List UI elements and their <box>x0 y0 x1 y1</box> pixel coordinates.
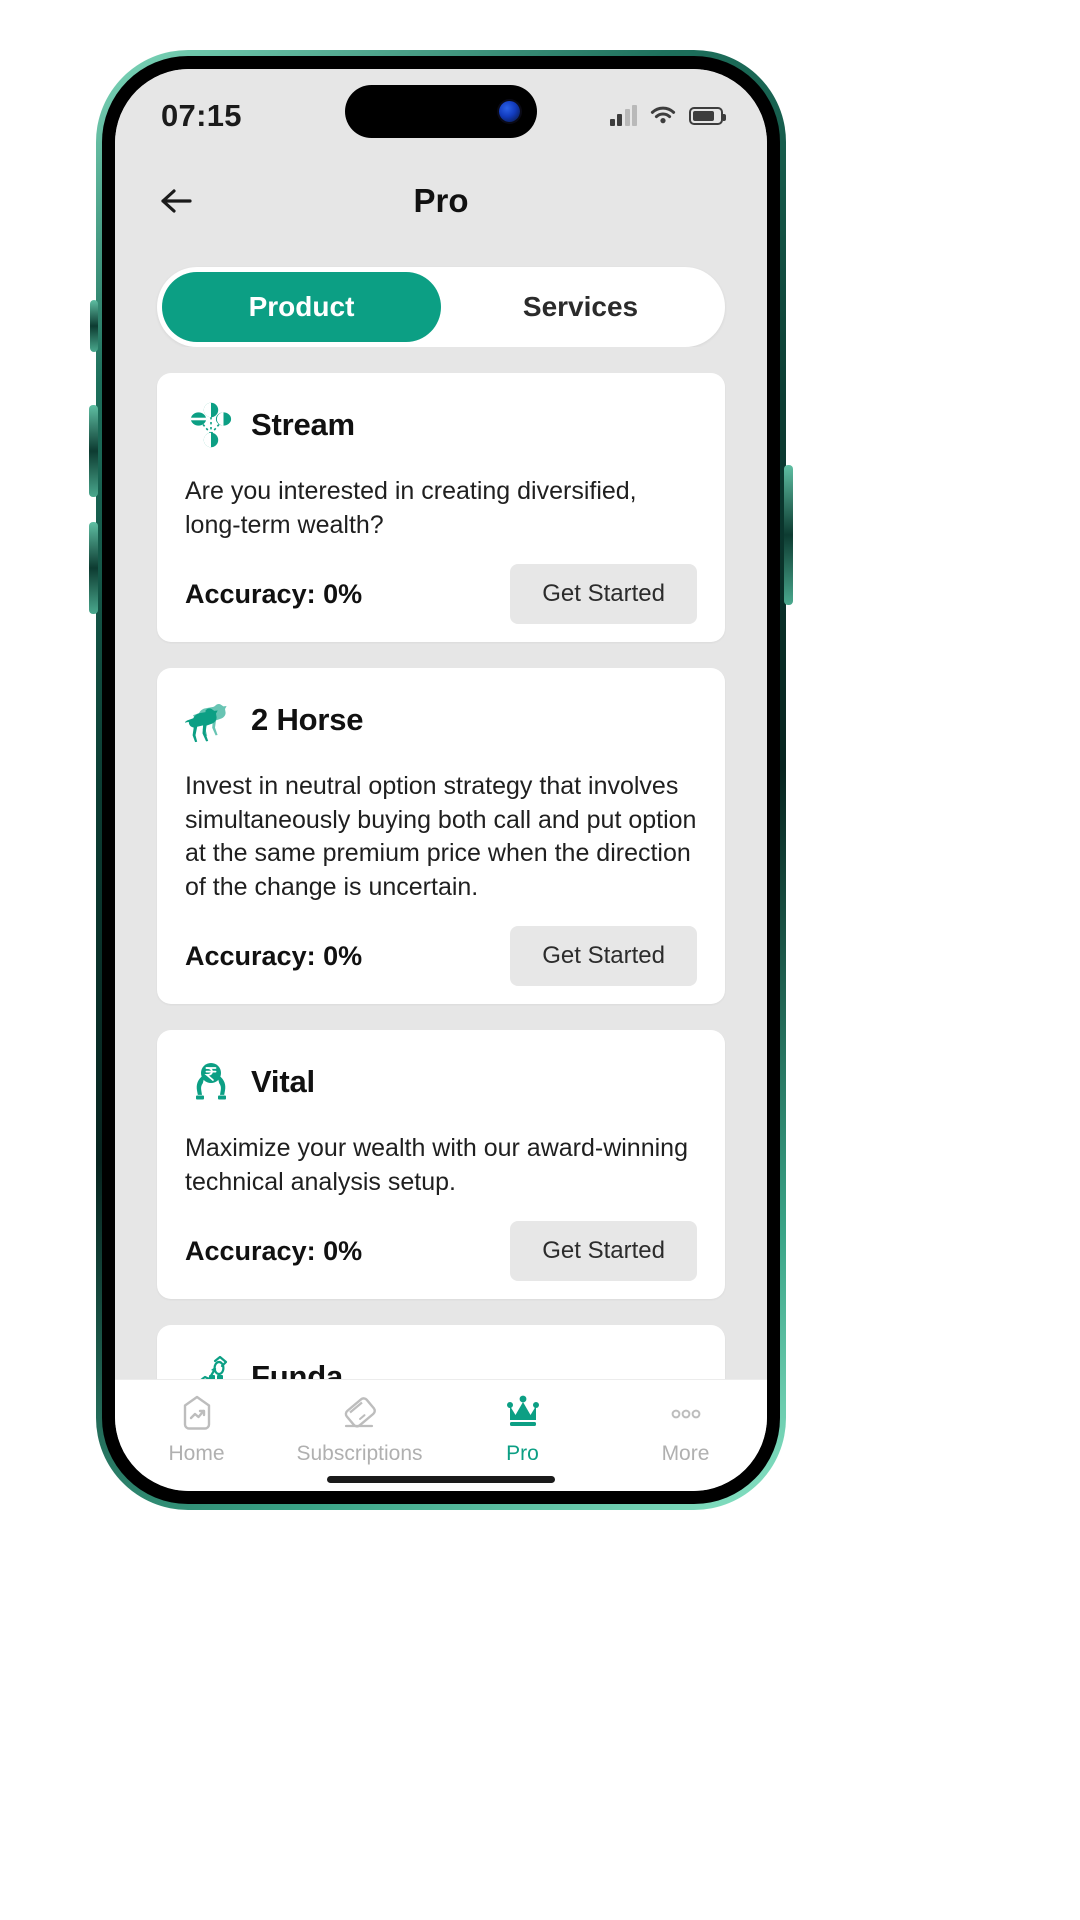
status-icons <box>609 105 726 126</box>
product-card-stream[interactable]: Stream Are you interested in creating di… <box>157 373 725 642</box>
nav-label: More <box>661 1442 710 1465</box>
get-started-button[interactable]: Get Started <box>510 926 697 986</box>
card-description: Invest in neutral option strategy that i… <box>185 772 697 901</box>
front-camera-icon <box>499 101 520 122</box>
tab-services[interactable]: Services <box>441 272 720 342</box>
segmented-control: Product Services <box>157 267 725 347</box>
nav-item-pro[interactable]: Pro <box>441 1392 604 1466</box>
phone-frame: 07:15 Pro Product Services Stream Are yo… <box>89 50 793 1510</box>
home-indicator[interactable] <box>327 1476 555 1483</box>
accuracy-label: Accuracy: 0% <box>185 578 363 609</box>
card-header: Vital <box>185 1056 697 1108</box>
accuracy-label: Accuracy: 0% <box>185 1235 363 1266</box>
card-description: Maximize your wealth with our award-winn… <box>185 1134 688 1196</box>
nav-item-subscriptions[interactable]: Subscriptions <box>278 1392 441 1466</box>
phone-bezel: 07:15 Pro Product Services Stream Are yo… <box>102 56 780 1504</box>
get-started-button[interactable]: Get Started <box>510 564 697 624</box>
accuracy-label: Accuracy: 0% <box>185 940 363 971</box>
screenshot-root: 07:15 Pro Product Services Stream Are yo… <box>0 0 1080 1920</box>
nav-label: Pro <box>506 1442 539 1465</box>
product-card-2-horse[interactable]: 2 Horse Invest in neutral option strateg… <box>157 668 725 1004</box>
page-title: Pro <box>413 182 469 219</box>
nav-label: Home <box>168 1442 225 1465</box>
crown-icon <box>499 1392 547 1436</box>
volume-down-button[interactable] <box>89 522 98 614</box>
card-description: Are you interested in creating diversifi… <box>185 477 637 539</box>
card-footer: Accuracy: 0% Get Started <box>185 1221 697 1281</box>
card-title: Stream <box>251 407 355 442</box>
back-arrow-icon[interactable] <box>155 180 197 222</box>
product-list[interactable]: Stream Are you interested in creating di… <box>115 347 767 1379</box>
product-card-vital[interactable]: Vital Maximize your wealth with our awar… <box>157 1030 725 1299</box>
volume-up-button[interactable] <box>89 405 98 497</box>
nav-item-more[interactable]: More <box>604 1392 767 1466</box>
wifi-icon <box>650 106 676 126</box>
card-title: 2 Horse <box>251 702 364 737</box>
card-header: Funda <box>185 1351 697 1379</box>
cellular-signal-icon <box>609 105 637 126</box>
bottom-navigation: Home Subscriptions Pro More <box>115 1379 767 1491</box>
card-header: Stream <box>185 399 697 451</box>
network-nodes-icon <box>185 399 237 451</box>
growth-chart-icon <box>185 1351 237 1379</box>
status-bar: 07:15 <box>115 69 767 157</box>
home-trend-icon <box>173 1392 221 1436</box>
dynamic-island <box>345 85 537 138</box>
two-horses-icon <box>184 694 237 746</box>
get-started-button[interactable]: Get Started <box>510 1221 697 1281</box>
status-clock: 07:15 <box>161 98 242 133</box>
tab-product[interactable]: Product <box>162 272 441 342</box>
product-card-funda[interactable]: Funda Every individual has a different f… <box>157 1325 725 1379</box>
card-stack-icon <box>336 1392 384 1436</box>
nav-item-home[interactable]: Home <box>115 1392 278 1466</box>
card-header: 2 Horse <box>184 694 697 746</box>
tab-bar-wrapper: Product Services <box>115 245 767 347</box>
hands-holding-rupee-icon <box>185 1056 237 1108</box>
app-header: Pro <box>115 157 767 245</box>
card-title: Vital <box>251 1064 315 1099</box>
card-footer: Accuracy: 0% Get Started <box>185 926 697 986</box>
card-footer: Accuracy: 0% Get Started <box>185 564 697 624</box>
card-title: Funda <box>251 1359 343 1379</box>
phone-screen: 07:15 Pro Product Services Stream Are yo… <box>115 69 767 1491</box>
nav-label: Subscriptions <box>296 1442 423 1465</box>
power-button[interactable] <box>784 465 793 605</box>
more-dots-icon <box>662 1392 710 1436</box>
battery-icon <box>689 107 726 125</box>
mute-switch[interactable] <box>90 300 98 352</box>
